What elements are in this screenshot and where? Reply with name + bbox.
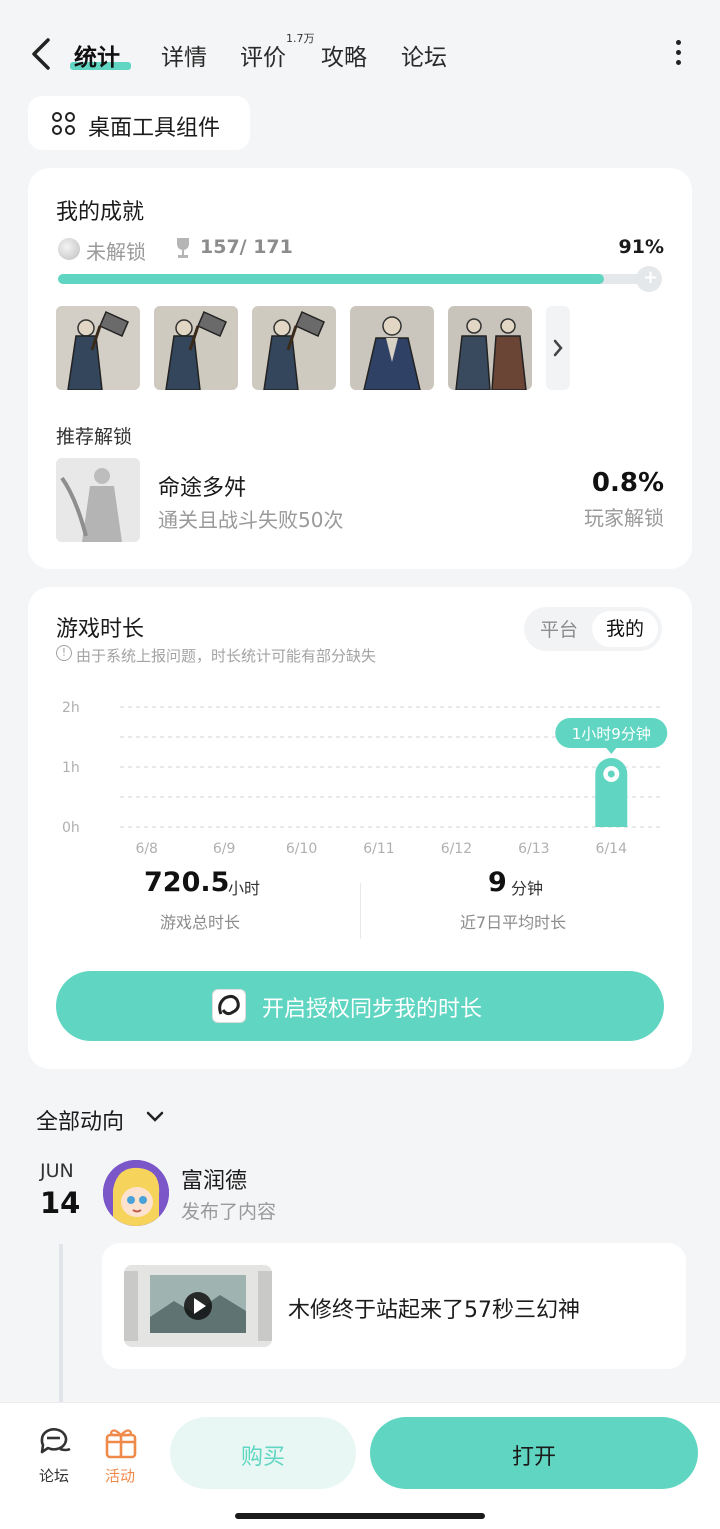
playtime-note: 由于系统上报问题，时长统计可能有部分缺失 — [76, 647, 377, 665]
achievement-thumb[interactable] — [350, 306, 434, 390]
x-tick-label: 6/11 — [363, 841, 394, 857]
widget-label: 桌面工具组件 — [88, 116, 221, 141]
tab-stats[interactable]: 统计 — [74, 38, 120, 72]
tab-details[interactable]: 详情 — [161, 38, 207, 72]
recommend-achievement-image[interactable] — [56, 458, 140, 542]
achievement-thumb[interactable] — [56, 306, 140, 390]
widget-grid-icon — [52, 112, 76, 136]
feed-filter[interactable]: 全部动向 — [36, 1104, 124, 1136]
reviews-count-badge: 1.7万 — [286, 32, 315, 45]
x-tick-label: 6/10 — [286, 841, 317, 857]
segment-mine[interactable]: 我的 — [592, 611, 658, 647]
achievement-thumb[interactable] — [154, 306, 238, 390]
avg-playtime-unit: 分钟 — [511, 879, 544, 898]
open-button[interactable]: 打开 — [370, 1417, 698, 1489]
chevron-down-icon[interactable] — [146, 1108, 164, 1126]
y-tick-label: 0h — [62, 820, 80, 836]
x-tick-label: 6/12 — [441, 841, 472, 857]
playtime-chart: 0h 1h 2h 6/8 6/9 6/10 6/11 6/12 6/13 6/14 1小时9分钟 — [62, 700, 668, 857]
achievements-title: 我的成就 — [56, 200, 145, 225]
playtime-title: 游戏时长 — [56, 617, 145, 642]
recommend-title: 推荐解锁 — [56, 426, 133, 448]
top-nav: 统计 详情 评价 1.7万 攻略 论坛 — [0, 0, 720, 100]
achievement-thumb[interactable] — [448, 306, 532, 390]
recommend-unlock-label: 玩家解锁 — [584, 506, 664, 530]
tab-forum[interactable]: 论坛 — [401, 38, 447, 72]
total-playtime-label: 游戏总时长 — [160, 913, 241, 932]
segment-platform[interactable]: 平台 — [540, 615, 578, 642]
y-tick-label: 1h — [62, 760, 80, 776]
video-thumbnail[interactable] — [124, 1265, 272, 1347]
value-tooltip-label: 1小时9分钟 — [572, 725, 651, 743]
playtime-segment-control: 平台 我的 — [524, 607, 662, 651]
feed-post-card[interactable]: 木修终于站起来了57秒三幻神 — [102, 1243, 686, 1369]
activity-label[interactable]: 活动 — [105, 1465, 135, 1486]
achievement-progress-fill — [58, 274, 604, 284]
game-app-icon — [212, 989, 246, 1023]
gift-icon[interactable] — [103, 1425, 139, 1459]
recommend-desc: 通关且战斗失败50次 — [158, 508, 344, 532]
x-tick-label: 6/13 — [518, 841, 549, 857]
avatar[interactable] — [103, 1160, 169, 1226]
recommend-unlock-rate: 0.8% — [591, 468, 664, 498]
more-achievements-button[interactable] — [546, 306, 570, 390]
bar-marker-dot — [607, 770, 615, 778]
tab-reviews[interactable]: 评价 — [240, 38, 286, 72]
playtime-card: 游戏时长 ! 由于系统上报问题，时长统计可能有部分缺失 平台 我的 0h 1h 2h… — [28, 587, 692, 1069]
sync-playtime-label: 开启授权同步我的时长 — [262, 997, 483, 1022]
open-label: 打开 — [511, 1445, 556, 1470]
feed-username[interactable]: 富润德 — [181, 1163, 247, 1195]
achievement-progress-bar — [58, 274, 658, 284]
achievement-thumb[interactable] — [252, 306, 336, 390]
feed-day: 14 — [40, 1186, 81, 1220]
bottom-bar: 论坛 活动 购买 打开 — [0, 1402, 720, 1529]
trophy-icon — [177, 238, 189, 258]
avg-playtime-label: 近7日平均时长 — [460, 913, 567, 932]
x-tick-label: 6/8 — [135, 841, 158, 857]
sync-playtime-button[interactable]: 开启授权同步我的时长 — [56, 971, 664, 1041]
locked-badge-icon — [58, 238, 80, 260]
tab-guides[interactable]: 攻略 — [321, 38, 367, 72]
forum-label[interactable]: 论坛 — [39, 1465, 69, 1486]
buy-label: 购买 — [240, 1445, 285, 1470]
achievements-card: 我的成就 未解锁 157/ 171 91% 推荐解锁 命途多舛 通关且战斗失败5… — [28, 168, 692, 569]
total-playtime-value: 720.5 — [144, 867, 230, 898]
info-icon: ! — [56, 645, 72, 661]
x-tick-label: 6/14 — [596, 841, 628, 857]
buy-button[interactable]: 购买 — [170, 1417, 356, 1489]
achievement-percent: 91% — [618, 236, 664, 258]
feed-action: 发布了内容 — [181, 1201, 277, 1223]
more-options-icon[interactable] — [670, 40, 686, 70]
playtime-stats: 720.5 小时 游戏总时长 9 分钟 近7日平均时长 — [28, 867, 692, 947]
total-playtime-unit: 小时 — [228, 879, 261, 898]
x-tick-label: 6/9 — [213, 841, 236, 857]
desktop-widget-button[interactable]: 桌面工具组件 — [28, 96, 250, 150]
stats-divider — [360, 883, 361, 939]
home-indicator — [235, 1513, 485, 1519]
value-tooltip-pointer — [606, 748, 617, 754]
locked-label[interactable]: 未解锁 — [86, 236, 146, 265]
forum-chat-icon[interactable] — [36, 1425, 72, 1459]
progress-end-plus-icon — [636, 266, 662, 292]
recommend-name: 命途多舛 — [158, 476, 247, 501]
chevron-right-icon — [553, 339, 563, 357]
post-title: 木修终于站起来了57秒三幻神 — [288, 1298, 580, 1323]
y-tick-label: 2h — [62, 700, 80, 716]
feed-month: JUN — [40, 1160, 74, 1182]
avg-playtime-value: 9 — [488, 867, 507, 898]
timeline-line — [59, 1244, 63, 1414]
back-arrow-icon[interactable] — [28, 36, 54, 72]
achievement-count: 157/ 171 — [200, 236, 293, 258]
